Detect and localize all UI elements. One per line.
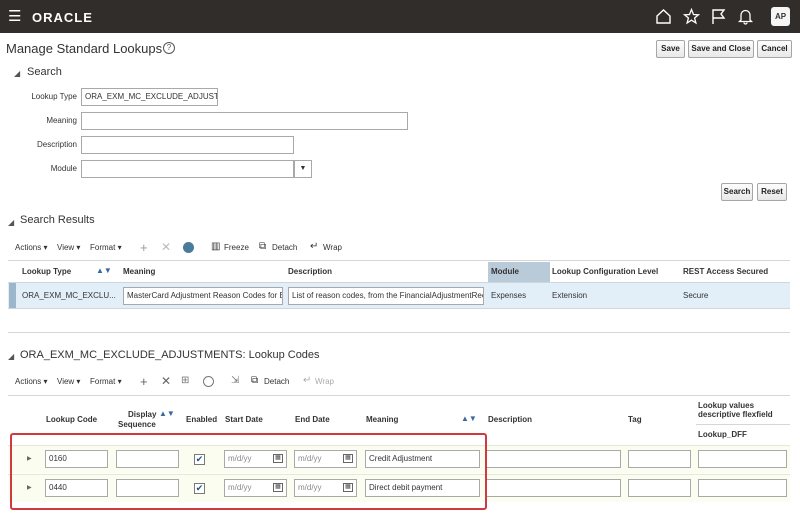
col-flexfield-line1[interactable]: Lookup values	[698, 401, 754, 410]
results-format-menu[interactable]: Format ▾	[90, 243, 122, 252]
save-button[interactable]: Save	[656, 40, 685, 58]
description-input[interactable]	[486, 479, 621, 497]
save-and-close-button[interactable]: Save and Close	[688, 40, 754, 58]
results-table-top-border	[8, 260, 790, 261]
col-display-sequence-line2[interactable]: Sequence	[118, 420, 156, 429]
codes-format-menu[interactable]: Format ▾	[90, 377, 122, 386]
col-description[interactable]: Description	[488, 415, 532, 424]
help-icon[interactable]: ?	[163, 42, 175, 54]
codes-detach-label[interactable]: Detach	[264, 377, 289, 386]
lookup-type-input[interactable]: ORA_EXM_MC_EXCLUDE_ADJUSTM	[81, 88, 218, 106]
freeze-icon[interactable]: ▥	[211, 241, 220, 252]
col-lookup-type[interactable]: Lookup Type	[22, 267, 71, 276]
page-title: Manage Standard Lookups	[6, 41, 163, 56]
flexfield-input[interactable]	[698, 450, 787, 468]
detach-label[interactable]: Detach	[272, 243, 297, 252]
search-button[interactable]: Search	[721, 183, 753, 201]
row-config-level: Extension	[552, 291, 588, 300]
codes-delete-row-icon[interactable]: ✕	[161, 374, 171, 388]
row-rest-access: Secure	[683, 291, 709, 300]
description-label: Description	[36, 140, 77, 149]
col-description[interactable]: Description	[288, 267, 332, 276]
codes-section-title: ORA_EXM_MC_EXCLUDE_ADJUSTMENTS: Lookup C…	[20, 349, 320, 361]
col-tag[interactable]: Tag	[628, 415, 642, 424]
query-by-example-icon[interactable]	[183, 242, 194, 253]
description-input[interactable]	[486, 450, 621, 468]
freeze-label[interactable]: Freeze	[224, 243, 249, 252]
col-display-sequence-line1[interactable]: Display	[128, 410, 156, 419]
codes-actions-menu[interactable]: Actions ▾	[15, 377, 47, 386]
module-select[interactable]	[81, 160, 294, 178]
search-section-title: Search	[27, 66, 62, 78]
reset-button[interactable]: Reset	[757, 183, 787, 201]
module-dropdown-icon[interactable]: ▼	[294, 160, 312, 178]
results-section-title: Search Results	[20, 214, 95, 226]
codes-table-top-border	[8, 395, 790, 396]
global-header: ☰ ORACLE AP	[0, 0, 800, 33]
col-meaning[interactable]: Meaning	[366, 415, 398, 424]
oracle-logo: ORACLE	[32, 10, 93, 25]
user-avatar[interactable]: AP	[771, 7, 790, 26]
col-meaning[interactable]: Meaning	[123, 267, 155, 276]
notifications-bell-icon[interactable]	[737, 8, 754, 25]
col-enabled[interactable]: Enabled	[186, 415, 217, 424]
watchlist-flag-icon[interactable]	[710, 8, 727, 25]
wrap-icon[interactable]: ↵	[310, 241, 318, 252]
col-end-date[interactable]: End Date	[295, 415, 330, 424]
meaning-label: Meaning	[46, 116, 77, 125]
codes-wrap-icon[interactable]: ↵	[303, 375, 311, 386]
codes-view-menu[interactable]: View ▾	[57, 377, 80, 386]
home-icon[interactable]	[655, 8, 672, 25]
meaning-sort-icon[interactable]: ▲▼	[461, 414, 477, 423]
flexfield-divider	[696, 424, 790, 425]
wrap-label[interactable]: Wrap	[323, 243, 342, 252]
codes-collapse-icon[interactable]: ◢	[8, 352, 14, 361]
sort-icon[interactable]: ▲▼	[96, 266, 112, 275]
col-module[interactable]: Module	[491, 267, 519, 276]
row-module: Expenses	[491, 291, 527, 300]
display-sort-icon[interactable]: ▲▼	[159, 409, 175, 418]
col-start-date[interactable]: Start Date	[225, 415, 263, 424]
row-lookup-type: ORA_EXM_MC_EXCLU...	[22, 291, 116, 300]
description-input[interactable]	[81, 136, 294, 154]
row-meaning[interactable]: MasterCard Adjustment Reason Codes for E…	[123, 287, 283, 305]
tag-input[interactable]	[628, 450, 691, 468]
col-flexfield-sub[interactable]: Lookup_DFF	[698, 430, 747, 439]
results-actions-menu[interactable]: Actions ▾	[15, 243, 47, 252]
meaning-input[interactable]	[81, 112, 408, 130]
favorites-star-icon[interactable]	[683, 8, 700, 25]
row-selector[interactable]	[9, 283, 16, 308]
add-row-icon[interactable]: +	[140, 240, 148, 255]
col-flexfield-line2[interactable]: descriptive flexfield	[698, 410, 773, 419]
cancel-button[interactable]: Cancel	[757, 40, 792, 58]
codes-query-icon[interactable]	[203, 376, 214, 387]
detach-icon[interactable]: ⧉	[259, 241, 266, 252]
module-label: Module	[50, 164, 77, 173]
navigator-menu-icon[interactable]: ☰	[8, 9, 21, 24]
tag-input[interactable]	[628, 479, 691, 497]
highlight-annotation-box	[10, 433, 487, 510]
row-description[interactable]: List of reason codes, from the Financial…	[288, 287, 484, 305]
codes-add-row-icon[interactable]: +	[140, 374, 148, 389]
codes-wrap-label[interactable]: Wrap	[315, 377, 334, 386]
codes-duplicate-icon[interactable]: ⊞	[181, 375, 189, 386]
results-collapse-icon[interactable]: ◢	[8, 218, 14, 227]
search-collapse-icon[interactable]: ◢	[14, 69, 20, 78]
col-lookup-code[interactable]: Lookup Code	[46, 415, 97, 424]
col-rest-access[interactable]: REST Access Secured	[683, 267, 768, 276]
results-view-menu[interactable]: View ▾	[57, 243, 80, 252]
lookup-type-label: Lookup Type	[31, 92, 77, 101]
flexfield-input[interactable]	[698, 479, 787, 497]
col-config-level[interactable]: Lookup Configuration Level	[552, 267, 658, 276]
delete-row-icon[interactable]: ✕	[161, 240, 171, 254]
section-divider	[8, 332, 790, 333]
codes-detach-icon[interactable]: ⧉	[251, 375, 258, 386]
codes-export-icon[interactable]: ⇲	[231, 375, 239, 386]
